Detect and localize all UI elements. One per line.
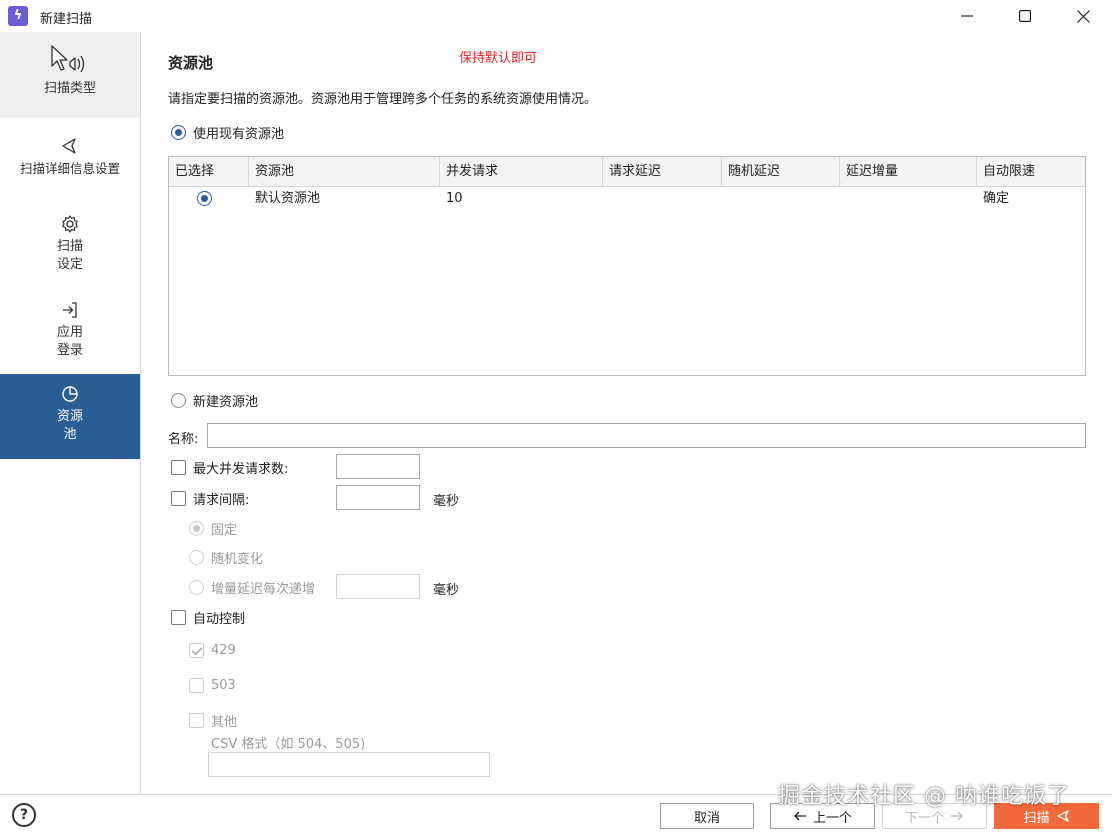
random-delay-cell	[722, 187, 728, 211]
increment-ms-unit: 毫秒	[433, 583, 460, 598]
sidebar-item-label: 池	[63, 427, 77, 442]
sidebar-item-resource-pool[interactable]: 资源 池	[0, 374, 140, 459]
increment-delay-input[interactable]	[336, 574, 420, 599]
new-pool-label: 新建资源池	[193, 395, 259, 410]
request-interval-label: 请求间隔:	[193, 493, 250, 508]
gear-icon	[62, 215, 78, 233]
sidebar-item-label: 扫描类型	[43, 81, 96, 96]
sidebar-item-app-login[interactable]: 应用 登录	[0, 300, 140, 364]
checkbox-box	[171, 610, 186, 625]
interval-fixed-label: 固定	[211, 523, 238, 538]
table-header: 已选择 资源池 并发请求 请求延迟 随机延迟 延迟增量 自动限速	[169, 157, 1085, 187]
column-header-request-delay[interactable]: 请求延迟	[603, 157, 722, 187]
request-delay-cell	[603, 187, 609, 211]
help-button[interactable]: ?	[12, 803, 36, 827]
sidebar-item-label: 设定	[56, 257, 83, 272]
page-description: 请指定要扫描的资源池。资源池用于管理跨多个任务的系统资源使用情况。	[168, 92, 598, 107]
sidebar-item-label: 资源	[56, 409, 83, 424]
pool-name-cell: 默认资源池	[255, 191, 321, 206]
auto-throttle-cell: 确定	[983, 191, 1010, 206]
cursor-speaker-icon	[51, 45, 85, 73]
maximize-icon	[1019, 10, 1031, 22]
auto-control-checkbox[interactable]: 自动控制	[171, 608, 245, 627]
row-select-cell[interactable]	[197, 187, 212, 211]
delay-increment-cell	[840, 187, 846, 211]
interval-increment-radio[interactable]: 增量延迟每次递增	[189, 578, 315, 597]
maximize-button[interactable]	[1002, 0, 1048, 32]
sidebar-item-scan-details[interactable]: 扫描详细信息设置	[0, 136, 140, 204]
arrow-right-icon	[951, 811, 963, 821]
sidebar-item-label: 扫描详细信息设置	[19, 161, 120, 176]
page-title: 资源池	[168, 54, 214, 72]
app-lightning-icon: ϟ	[8, 6, 28, 26]
wizard-sidebar: 扫描类型 扫描详细信息设置 扫描 设定 应用 登录 资源 池	[0, 32, 141, 794]
row-select-radio[interactable]	[197, 191, 212, 206]
name-label: 名称:	[168, 432, 199, 447]
title-bar: ϟ 新建扫描	[0, 0, 1112, 32]
watermark-text: 掘金技术社区 @ 呐谁吃饭了	[778, 784, 1070, 809]
window-title: 新建扫描	[40, 12, 93, 27]
resource-pool-table: 已选择 资源池 并发请求 请求延迟 随机延迟 延迟增量 自动限速 默认资源池 1…	[168, 156, 1086, 376]
column-header-delay-increment[interactable]: 延迟增量	[840, 157, 977, 187]
checkbox-box	[189, 643, 204, 658]
arrow-left-icon	[794, 811, 806, 821]
interval-increment-label: 增量延迟每次递增	[211, 582, 316, 597]
column-header-auto-throttle[interactable]: 自动限速	[977, 157, 1085, 187]
max-concurrent-input[interactable]	[336, 454, 420, 479]
cancel-button[interactable]: 取消	[660, 803, 754, 829]
annotation-note: 保持默认即可	[459, 51, 538, 66]
close-icon	[1076, 9, 1090, 23]
request-interval-checkbox[interactable]: 请求间隔:	[171, 489, 249, 508]
login-icon	[63, 302, 77, 318]
interval-ms-unit: 毫秒	[433, 494, 460, 509]
auto-control-label: 自动控制	[193, 612, 246, 627]
radio-indicator	[171, 125, 186, 140]
cancel-label: 取消	[693, 810, 720, 826]
column-header-selected[interactable]: 已选择	[169, 157, 249, 187]
csv-codes-input[interactable]	[208, 752, 490, 777]
code-429-checkbox[interactable]: 429	[189, 643, 236, 658]
code-503-checkbox[interactable]: 503	[189, 678, 236, 693]
max-concurrent-label: 最大并发请求数:	[193, 462, 289, 477]
send-icon	[62, 138, 76, 154]
code-503-label: 503	[211, 678, 236, 693]
csv-format-hint: CSV 格式（如 504、505)	[211, 737, 366, 752]
send-icon	[1056, 810, 1069, 822]
code-429-label: 429	[211, 643, 236, 658]
close-button[interactable]	[1060, 0, 1106, 32]
interval-fixed-radio[interactable]: 固定	[189, 519, 237, 538]
interval-random-radio[interactable]: 随机变化	[189, 548, 263, 567]
table-row[interactable]: 默认资源池 10 确定	[169, 187, 1085, 211]
pie-chart-icon	[62, 386, 78, 402]
sidebar-item-scan-type[interactable]: 扫描类型	[0, 32, 140, 118]
radio-indicator	[189, 521, 204, 536]
request-interval-input[interactable]	[336, 485, 420, 510]
concurrent-cell: 10	[446, 191, 463, 206]
use-existing-pool-label: 使用现有资源池	[193, 127, 285, 142]
code-other-checkbox[interactable]: 其他	[189, 711, 237, 730]
minimize-button[interactable]	[944, 0, 990, 32]
radio-indicator	[189, 550, 204, 565]
sidebar-item-label: 扫描	[56, 239, 83, 254]
checkbox-box	[171, 460, 186, 475]
sidebar-item-label: 登录	[56, 343, 83, 358]
max-concurrent-checkbox[interactable]: 最大并发请求数:	[171, 458, 288, 477]
column-header-concurrent[interactable]: 并发请求	[440, 157, 603, 187]
code-other-label: 其他	[211, 715, 238, 730]
column-header-random-delay[interactable]: 随机延迟	[722, 157, 840, 187]
sidebar-item-scan-settings[interactable]: 扫描 设定	[0, 214, 140, 278]
checkbox-box	[189, 678, 204, 693]
checkbox-box	[171, 491, 186, 506]
new-pool-radio[interactable]: 新建资源池	[171, 391, 258, 410]
radio-indicator	[189, 580, 204, 595]
pool-name-input[interactable]	[207, 423, 1086, 448]
use-existing-pool-radio[interactable]: 使用现有资源池	[171, 123, 284, 142]
interval-random-label: 随机变化	[211, 552, 264, 567]
minimize-icon	[961, 15, 973, 17]
sidebar-item-label: 应用	[56, 325, 83, 340]
radio-indicator	[171, 393, 186, 408]
checkbox-box	[189, 713, 204, 728]
column-header-pool[interactable]: 资源池	[249, 157, 440, 187]
